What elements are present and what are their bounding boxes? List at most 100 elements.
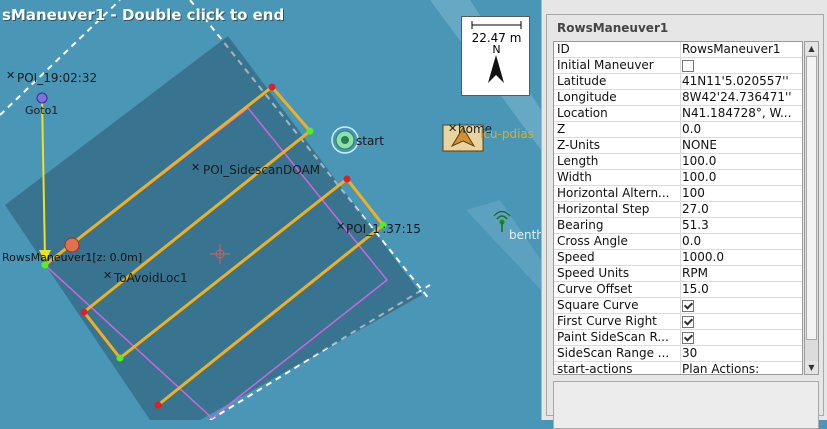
property-key: Speed — [557, 250, 595, 264]
property-row[interactable]: ID RowsManeuver1 — [554, 42, 802, 58]
property-key: Longitude — [557, 90, 617, 104]
property-value[interactable]: 41N11'5.020557'' — [680, 74, 800, 89]
property-value[interactable]: 100 — [680, 186, 800, 201]
waypoint — [268, 83, 276, 91]
rows-maneuver-label[interactable]: RowsManeuver1[z: 0.0m] — [2, 251, 142, 264]
scroll-up-icon[interactable]: ▲ — [805, 42, 818, 55]
start-label[interactable]: start — [356, 134, 384, 148]
property-key: Z — [557, 122, 566, 136]
property-row[interactable]: Initial Maneuver — [554, 58, 802, 76]
property-row[interactable]: First Curve Right — [554, 314, 802, 332]
property-checkbox[interactable] — [682, 60, 694, 72]
property-key: Horizontal Step — [557, 202, 650, 216]
avoid-label[interactable]: ToAvoidLoc1 — [114, 271, 188, 285]
property-value[interactable]: 0.0 — [680, 234, 800, 249]
property-key: Initial Maneuver — [557, 58, 654, 72]
property-row[interactable]: Cross Angle 0.0 — [554, 234, 802, 250]
property-value[interactable]: 27.0 — [680, 202, 800, 217]
property-row[interactable]: Speed 1000.0 — [554, 250, 802, 266]
property-key: First Curve Right — [557, 314, 657, 328]
scroll-down-icon[interactable]: ▼ — [805, 361, 818, 374]
property-value[interactable]: 0.0 — [680, 122, 800, 137]
goto-label[interactable]: Goto1 — [25, 104, 58, 117]
poi-mark-icon: ✕ — [191, 161, 201, 174]
map-canvas[interactable] — [0, 0, 541, 420]
property-value[interactable]: 30 — [680, 346, 800, 361]
poi-label-2[interactable]: POI_1 :37:15 — [346, 222, 421, 236]
property-row[interactable]: Z 0.0 — [554, 122, 802, 138]
property-row[interactable]: Bearing 51.3 — [554, 218, 802, 234]
property-value[interactable]: 100.0 — [680, 154, 800, 169]
property-checkbox[interactable] — [682, 316, 694, 328]
poi-mark-icon: ✕ — [448, 122, 458, 135]
waypoint — [306, 127, 314, 135]
property-key: SideScan Range ... — [557, 346, 670, 360]
map-title: sManeuver1 - Double click to end — [2, 6, 285, 24]
property-key: Width — [557, 170, 592, 184]
start-marker-icon — [331, 126, 359, 154]
property-key: start-actions — [557, 362, 633, 375]
property-value[interactable]: RowsManeuver1 — [680, 42, 800, 57]
map-view[interactable]: sManeuver1 - Double click to end 22.47 m… — [0, 0, 541, 420]
properties-table[interactable]: ID RowsManeuver1 Initial Maneuver Latitude 4… — [553, 41, 803, 375]
properties-panel: RowsManeuver1 ID RowsManeuver1 Initial Man… — [541, 0, 827, 429]
poi-mark-icon: ✕ — [336, 220, 346, 233]
property-key: Square Curve — [557, 298, 639, 312]
property-description-area — [553, 381, 819, 429]
property-row[interactable]: Z-Units NONE — [554, 138, 802, 154]
poi-label-sidescan[interactable]: POI_SidescanDOAM — [203, 163, 320, 177]
property-value[interactable]: 8W42'24.736471'' — [680, 90, 800, 105]
scroll-thumb[interactable] — [806, 56, 817, 340]
property-row[interactable]: Location N41.184728°, W... — [554, 106, 802, 122]
properties-scrollbar[interactable]: ▲ ▼ — [804, 41, 819, 375]
poi-label-1[interactable]: POI_19:02:32 — [17, 71, 97, 85]
property-row[interactable]: Width 100.0 — [554, 170, 802, 186]
waypoint — [116, 354, 124, 362]
property-value[interactable]: RPM — [680, 266, 800, 281]
poi-mark-icon: ✕ — [103, 269, 113, 282]
bent-label[interactable]: benth — [509, 228, 541, 242]
property-key: Location — [557, 106, 608, 120]
property-value[interactable]: 15.0 — [680, 282, 800, 297]
property-row[interactable]: SideScan Range ... 30 — [554, 346, 802, 362]
property-key: Z-Units — [557, 138, 601, 152]
property-row[interactable]: Horizontal Step 27.0 — [554, 202, 802, 218]
north-label: N — [492, 43, 501, 56]
property-value[interactable]: 100.0 — [680, 170, 800, 185]
property-key: Horizontal Altern... — [557, 186, 670, 200]
property-value[interactable]: N41.184728°, W... — [680, 106, 800, 121]
shore-strip — [466, 200, 541, 290]
property-key: Paint SideScan R... — [557, 330, 669, 344]
property-row[interactable]: Curve Offset 15.0 — [554, 282, 802, 298]
property-checkbox[interactable] — [682, 300, 694, 312]
waypoint — [343, 175, 351, 183]
property-value[interactable]: NONE — [680, 138, 800, 153]
property-row[interactable]: Speed Units RPM — [554, 266, 802, 282]
property-row[interactable]: Horizontal Altern... 100 — [554, 186, 802, 202]
panel-title: RowsManeuver1 — [555, 21, 671, 35]
property-value[interactable]: 1000.0 — [680, 250, 800, 265]
property-key: Length — [557, 154, 599, 168]
scale-north-box: 22.47 m N — [461, 16, 530, 96]
waypoint — [154, 401, 162, 409]
vehicle-label[interactable]: lcu-pdias — [480, 127, 534, 141]
goto-marker — [36, 92, 48, 104]
property-key: Latitude — [557, 74, 607, 88]
property-row[interactable]: start-actions Plan Actions: — [554, 362, 802, 375]
property-row[interactable]: Paint SideScan R... — [554, 330, 802, 348]
property-row[interactable]: Square Curve — [554, 298, 802, 316]
property-key: ID — [557, 42, 570, 56]
poi-mark-icon: ✕ — [6, 69, 16, 82]
property-key: Bearing — [557, 218, 604, 232]
property-key: Cross Angle — [557, 234, 628, 248]
property-key: Speed Units — [557, 266, 630, 280]
property-value[interactable]: Plan Actions: — [680, 362, 800, 374]
waypoint — [80, 308, 88, 316]
property-row[interactable]: Latitude 41N11'5.020557'' — [554, 74, 802, 90]
property-checkbox[interactable] — [682, 332, 694, 344]
property-row[interactable]: Longitude 8W42'24.736471'' — [554, 90, 802, 106]
property-key: Curve Offset — [557, 282, 633, 296]
property-row[interactable]: Length 100.0 — [554, 154, 802, 170]
property-value[interactable]: 51.3 — [680, 218, 800, 233]
maneuver-start-marker — [64, 237, 80, 253]
